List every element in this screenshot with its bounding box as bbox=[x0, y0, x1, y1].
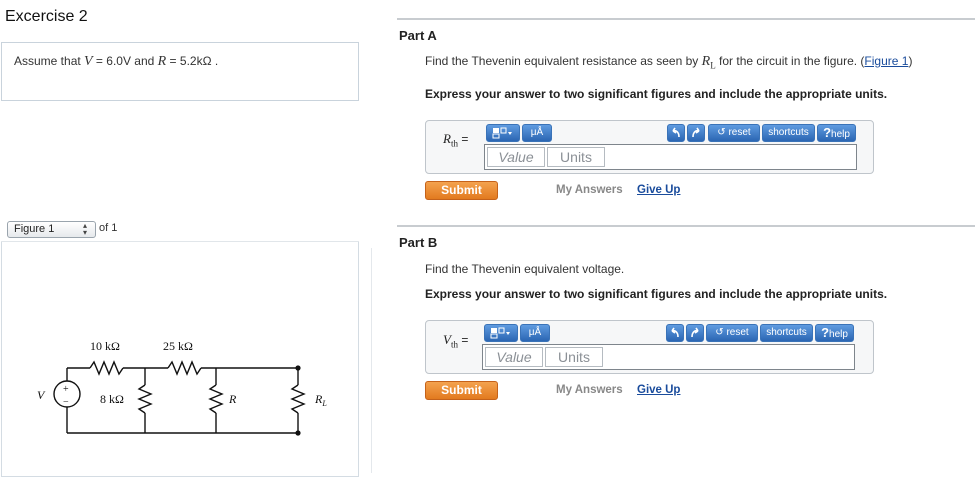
given-values-box bbox=[1, 42, 359, 101]
circuit-diagram: 10 kΩ 25 kΩ 8 kΩ R RL V + − bbox=[37, 339, 327, 436]
part-a-divider bbox=[397, 18, 975, 20]
templates-button-b[interactable] bbox=[484, 324, 518, 342]
terminal-bottom bbox=[295, 430, 301, 436]
templates-button[interactable] bbox=[486, 124, 520, 142]
reset-icon: ↺ bbox=[717, 127, 726, 138]
part-b-input-frame: Value Units bbox=[482, 344, 855, 370]
redo-icon bbox=[692, 127, 700, 138]
label-minus: − bbox=[63, 397, 69, 408]
part-b-question: Find the Thevenin equivalent voltage. bbox=[425, 262, 625, 276]
part-a-value-input[interactable]: Value bbox=[487, 147, 545, 167]
part-b-give-up[interactable]: Give Up bbox=[637, 384, 680, 396]
units-icon: μÅ bbox=[528, 327, 542, 338]
column-separator bbox=[371, 248, 372, 473]
help-button-b[interactable]: ?help bbox=[815, 324, 854, 342]
part-a-instruction: Express your answer to two significant f… bbox=[425, 87, 888, 101]
templates-icon bbox=[492, 127, 512, 139]
reset-button[interactable]: ↺ reset bbox=[708, 124, 760, 142]
undo-button[interactable] bbox=[667, 124, 685, 142]
resistor-10k bbox=[89, 360, 124, 376]
part-a-units-input[interactable]: Units bbox=[547, 147, 605, 167]
units-button[interactable]: μÅ bbox=[522, 124, 552, 142]
part-b-value-input[interactable]: Value bbox=[485, 347, 543, 367]
part-a-my-answers: My Answers bbox=[556, 184, 623, 196]
resistor-r bbox=[208, 384, 224, 414]
part-b-divider bbox=[397, 225, 975, 227]
undo-icon bbox=[672, 127, 680, 138]
shortcuts-button[interactable]: shortcuts bbox=[762, 124, 815, 142]
label-10k: 10 kΩ bbox=[90, 339, 120, 353]
terminal-top bbox=[295, 365, 301, 371]
part-b-units-input[interactable]: Units bbox=[545, 347, 603, 367]
part-b-instruction: Express your answer to two significant f… bbox=[425, 287, 888, 301]
label-v: V bbox=[37, 388, 46, 402]
figure-link[interactable]: Figure 1 bbox=[864, 54, 908, 68]
help-icon: ? bbox=[823, 125, 832, 140]
resistor-8k bbox=[137, 384, 153, 414]
units-icon: μÅ bbox=[530, 127, 544, 138]
part-b-title: Part B bbox=[399, 235, 438, 250]
resistor-25k bbox=[167, 360, 202, 376]
label-8k: 8 kΩ bbox=[100, 392, 124, 406]
redo-button[interactable] bbox=[687, 124, 705, 142]
label-25k: 25 kΩ bbox=[163, 339, 193, 353]
help-icon: ? bbox=[821, 325, 830, 340]
figure-count: of 1 bbox=[99, 222, 118, 234]
units-button-b[interactable]: μÅ bbox=[520, 324, 550, 342]
part-b-submit-button[interactable]: Submit bbox=[425, 381, 498, 400]
exercise-title: Excercise 2 bbox=[5, 8, 88, 25]
redo-button-b[interactable] bbox=[686, 324, 704, 342]
selector-arrows-icon: ▴ ▾ bbox=[83, 221, 88, 237]
part-b-variable-label: Vth = bbox=[443, 332, 469, 350]
given-values-text: Assume that V = 6.0V and R = 5.2kΩ . bbox=[14, 54, 219, 69]
part-a-submit-button[interactable]: Submit bbox=[425, 181, 498, 200]
part-b-my-answers: My Answers bbox=[556, 384, 623, 396]
shortcuts-button-b[interactable]: shortcuts bbox=[760, 324, 813, 342]
part-a-title: Part A bbox=[399, 28, 437, 43]
redo-icon bbox=[691, 327, 699, 338]
resistor-rl bbox=[290, 384, 306, 414]
undo-icon bbox=[671, 327, 679, 338]
reset-button-b[interactable]: ↺ reset bbox=[706, 324, 758, 342]
label-rl: RL bbox=[314, 392, 327, 408]
undo-button-b[interactable] bbox=[666, 324, 684, 342]
part-a-variable-label: Rth = bbox=[443, 131, 469, 149]
label-plus: + bbox=[63, 384, 69, 395]
reset-icon: ↺ bbox=[715, 327, 724, 338]
part-a-give-up[interactable]: Give Up bbox=[637, 184, 680, 196]
part-a-input-frame: Value Units bbox=[484, 144, 857, 170]
label-r: R bbox=[228, 392, 237, 406]
part-a-question: Find the Thevenin equivalent resistance … bbox=[425, 54, 913, 71]
help-button[interactable]: ?help bbox=[817, 124, 856, 142]
templates-icon bbox=[490, 327, 510, 339]
